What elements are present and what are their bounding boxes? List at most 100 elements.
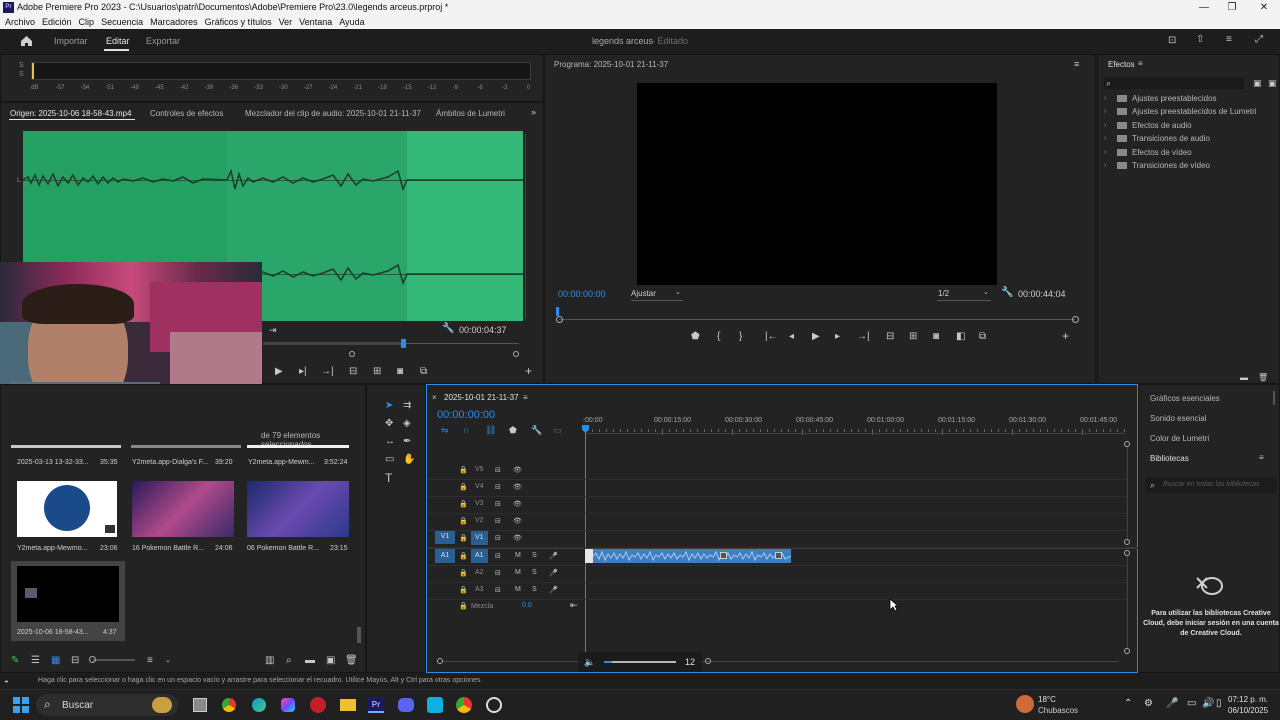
bin-item-name[interactable]: Y2meta.app-Mewm... — [248, 459, 315, 466]
sort-icon[interactable]: ≡ — [147, 656, 153, 666]
effects-folder[interactable]: › Ajustes preestablecidos — [1104, 93, 1279, 105]
panel-graficos-esenciales[interactable]: Gráficos esenciales — [1150, 394, 1220, 403]
task-view-icon[interactable] — [193, 698, 207, 712]
program-current-time[interactable]: 00:00:00:00 — [558, 289, 606, 299]
tab-source[interactable]: Origen: 2025-10-06 18-58-43.mp4 — [10, 109, 131, 118]
lock-icon[interactable]: 🔒 — [459, 466, 468, 474]
extract-icon[interactable]: ⊞ — [909, 332, 917, 342]
eye-icon[interactable]: 👁 — [513, 517, 522, 525]
sync-lock-icon[interactable]: ⊟ — [495, 500, 501, 508]
tab-audio-clip-mixer[interactable]: Mezclador del clip de audio: 2025-10-01 … — [245, 109, 421, 118]
track-label[interactable]: V2 — [475, 517, 484, 524]
bin-item-name[interactable]: 06 Pokemon Battle R... — [247, 545, 319, 552]
lift-icon[interactable]: ⊟ — [886, 332, 894, 342]
timeline-playhead[interactable] — [585, 425, 586, 660]
tab-exportar[interactable]: Exportar — [146, 36, 180, 46]
taskbar-search[interactable]: ⌕ Buscar — [36, 694, 178, 716]
search-icon[interactable]: ⌕ — [286, 656, 292, 666]
sync-lock-icon[interactable]: ⊟ — [495, 569, 501, 577]
voiceover-icon[interactable]: 🎤 — [549, 552, 558, 560]
effects-folder[interactable]: › Transiciones de vídeo — [1104, 160, 1279, 172]
track-label[interactable]: V3 — [475, 500, 484, 507]
go-to-out-icon[interactable]: →| — [857, 332, 870, 342]
compare-icon[interactable]: ⧉ — [420, 367, 427, 377]
linked-selection-icon[interactable]: ⛓ — [485, 425, 496, 435]
new-item-icon[interactable]: ▣ — [326, 656, 335, 666]
edge-icon[interactable] — [252, 698, 266, 712]
sync-lock-icon[interactable]: ⊟ — [495, 552, 501, 560]
eye-icon[interactable]: 👁 — [513, 466, 522, 474]
panel-menu-icon[interactable]: ≡ — [1074, 59, 1079, 69]
menu-archivo[interactable]: Archivo — [5, 15, 35, 29]
pen-tool-icon[interactable]: ✒ — [403, 437, 411, 447]
bin-item-name[interactable]: Y2meta.app-Dialga's F... — [132, 459, 208, 466]
volume-slider[interactable] — [604, 661, 676, 663]
lock-icon[interactable]: 🔒 — [459, 602, 468, 612]
delete-icon[interactable]: 🗑 — [1258, 373, 1268, 383]
list-view-icon[interactable]: ☰ — [31, 656, 40, 666]
wrench-icon[interactable]: 🔧 — [442, 324, 454, 334]
menu-clip[interactable]: Clip — [79, 15, 95, 29]
clock-time[interactable]: 07:12 p. m. — [1228, 695, 1268, 704]
new-folder-icon[interactable]: ▬ — [1240, 373, 1248, 383]
chevron-down-icon[interactable]: ⌄ — [983, 288, 989, 298]
comparison-view-icon[interactable]: ◧ — [956, 332, 965, 342]
mute-button[interactable]: M — [515, 569, 521, 576]
home-icon[interactable] — [20, 35, 33, 47]
snap-icon[interactable]: ∩ — [463, 425, 469, 435]
mark-out-icon[interactable]: } — [739, 332, 742, 342]
track-label[interactable]: V4 — [475, 483, 484, 490]
track-label[interactable]: A3 — [475, 586, 484, 593]
razor-tool-icon[interactable]: ◈ — [403, 419, 411, 429]
thumbnail-size-slider[interactable] — [93, 659, 135, 661]
discord-icon[interactable] — [398, 698, 414, 712]
chevron-right-icon[interactable]: › — [1104, 161, 1106, 171]
chrome-icon[interactable] — [222, 698, 236, 712]
menu-ver[interactable]: Ver — [279, 15, 293, 29]
freeform-view-icon[interactable]: ⊟ — [71, 656, 79, 666]
audio-clip[interactable] — [585, 549, 791, 563]
play-icon[interactable]: ▶ — [812, 332, 820, 342]
add-button-icon[interactable]: + — [525, 365, 532, 377]
go-to-in-icon[interactable]: |← — [765, 332, 778, 342]
menu-edicion[interactable]: Edición — [42, 15, 72, 29]
hand-tool-icon[interactable]: ✋ — [403, 455, 415, 465]
proxy-toggle-icon[interactable]: ⧉ — [979, 332, 986, 342]
waveform-zoom-scroll[interactable] — [525, 133, 531, 319]
lock-icon[interactable]: 🔒 — [459, 552, 468, 560]
lock-icon[interactable]: 🔒 — [459, 500, 468, 508]
mute-button[interactable]: M — [515, 586, 521, 593]
camera-icon[interactable]: ◙ — [397, 367, 403, 377]
go-to-out-icon[interactable]: →| — [321, 367, 334, 377]
volume-icon[interactable]: 🔊 — [1202, 699, 1214, 709]
panel-color-lumetri[interactable]: Color de Lumetri — [1150, 434, 1209, 443]
step-back-icon[interactable]: ◂ — [789, 332, 794, 342]
chevron-up-icon[interactable]: ⌃ — [1124, 699, 1132, 709]
fullscreen-icon[interactable]: ⤢ — [1255, 35, 1263, 45]
speaker-icon[interactable]: 🔈 — [584, 657, 595, 667]
step-forward-icon[interactable]: ▸| — [299, 367, 307, 377]
eye-icon[interactable]: 👁 — [513, 534, 522, 542]
sync-lock-icon[interactable]: ⊟ — [495, 534, 501, 542]
network-icon[interactable]: ▭ — [1187, 699, 1196, 709]
timeline-timecode[interactable]: 00:00:00:00 — [437, 409, 495, 421]
ripple-edit-tool-icon[interactable]: ✥ — [385, 419, 393, 429]
track-label[interactable]: V1 — [471, 531, 488, 545]
sync-lock-icon[interactable]: ⊟ — [495, 586, 501, 594]
wrench-icon[interactable]: 🔧 — [1001, 288, 1013, 298]
add-marker-icon[interactable]: ⬟ — [509, 425, 517, 435]
track-label[interactable]: A2 — [475, 569, 484, 576]
captions-icon[interactable]: ▭ — [553, 425, 562, 435]
source-patch-a1[interactable]: A1 — [435, 549, 455, 563]
menu-icon[interactable]: ≡ — [1226, 35, 1232, 45]
trash-icon[interactable]: 🗑 — [345, 656, 358, 666]
program-playhead[interactable] — [556, 307, 559, 316]
chevron-right-icon[interactable]: › — [1104, 94, 1106, 104]
effects-search-input[interactable]: ⌕ — [1104, 77, 1244, 89]
solo-button[interactable]: S — [532, 552, 537, 559]
effects-folder[interactable]: › Ajustes preestablecidos de Lumetri — [1104, 106, 1279, 118]
tab-lumetri-scopes[interactable]: Ámbitos de Lumetri — [436, 109, 505, 118]
add-button-icon[interactable]: + — [1062, 330, 1069, 342]
thumbnail[interactable] — [17, 481, 117, 537]
automate-icon[interactable]: ▥ — [265, 656, 274, 666]
